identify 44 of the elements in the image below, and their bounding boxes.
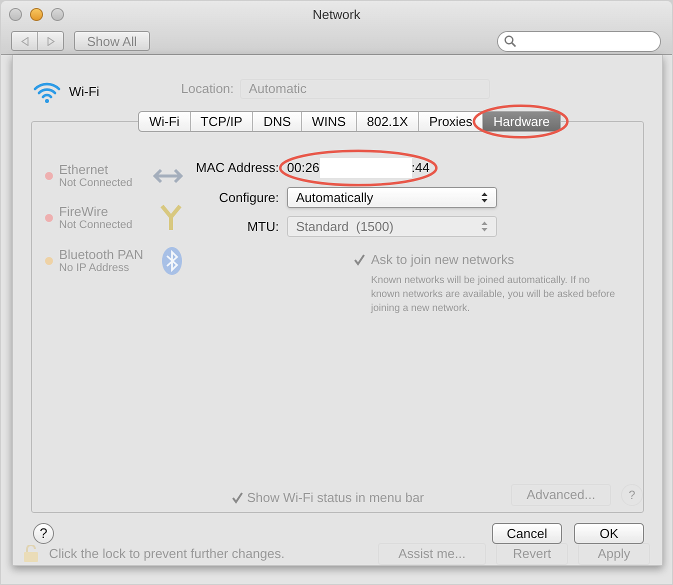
close-button[interactable]: [9, 8, 22, 22]
mac-address-end: :44: [412, 159, 430, 178]
ask-to-join-description: Known networks will be joined automatically. If no known networks are available, you will be asked before joining a new network.: [371, 274, 616, 316]
field-label: MAC Address:: [196, 159, 280, 178]
wifi-icon: [33, 80, 61, 104]
window-title: Network: [312, 6, 360, 24]
bluetooth-icon: [161, 246, 183, 276]
checkmark-icon[interactable]: [231, 491, 245, 504]
field-label: Configure:: [219, 188, 280, 207]
select-field[interactable]: Automatically: [287, 187, 497, 208]
search-icon: [504, 35, 516, 47]
mac-address-start: 00:26: [287, 159, 320, 178]
show-status-label: Show Wi-Fi status in menu bar: [247, 489, 424, 507]
ask-to-join-label: Ask to join new networks: [371, 251, 514, 269]
stepper-icon: [481, 221, 488, 232]
service-status: Not Connected: [59, 219, 134, 232]
location-label: Location:: [181, 80, 234, 98]
service-name: FireWire: [59, 204, 110, 219]
back-arrow-icon: [20, 36, 28, 46]
dialog-button[interactable]: OK: [574, 523, 644, 544]
tab[interactable]: DNS: [252, 112, 301, 131]
service-status: No IP Address: [59, 262, 130, 275]
checkmark-icon[interactable]: [353, 253, 367, 266]
search-field[interactable]: [497, 30, 661, 52]
help-button[interactable]: ?: [33, 523, 54, 544]
service-status: Not Connected: [59, 177, 134, 190]
service-title: Wi-Fi: [69, 83, 100, 102]
minimize-button[interactable]: [30, 8, 43, 22]
service-name: Ethernet: [59, 162, 110, 177]
field-label: MTU:: [247, 218, 280, 236]
y-shape-icon: [159, 204, 183, 232]
tab[interactable]: WINS: [300, 112, 356, 131]
tab[interactable]: Wi-Fi: [139, 112, 190, 131]
arrows-icon: [153, 166, 183, 186]
lock-message: Click the lock to prevent further changes.: [49, 545, 285, 564]
dialog-button[interactable]: Cancel: [492, 523, 562, 544]
zoom-button[interactable]: [51, 8, 64, 22]
tab[interactable]: Hardware: [482, 112, 560, 131]
tab[interactable]: 802.1X: [356, 112, 418, 131]
tab[interactable]: TCP/IP: [190, 112, 252, 131]
lock-icon[interactable]: [23, 545, 39, 563]
stepper-icon: [481, 192, 488, 203]
forward-arrow-icon: [46, 36, 54, 46]
service-name: Bluetooth PAN: [59, 247, 144, 262]
